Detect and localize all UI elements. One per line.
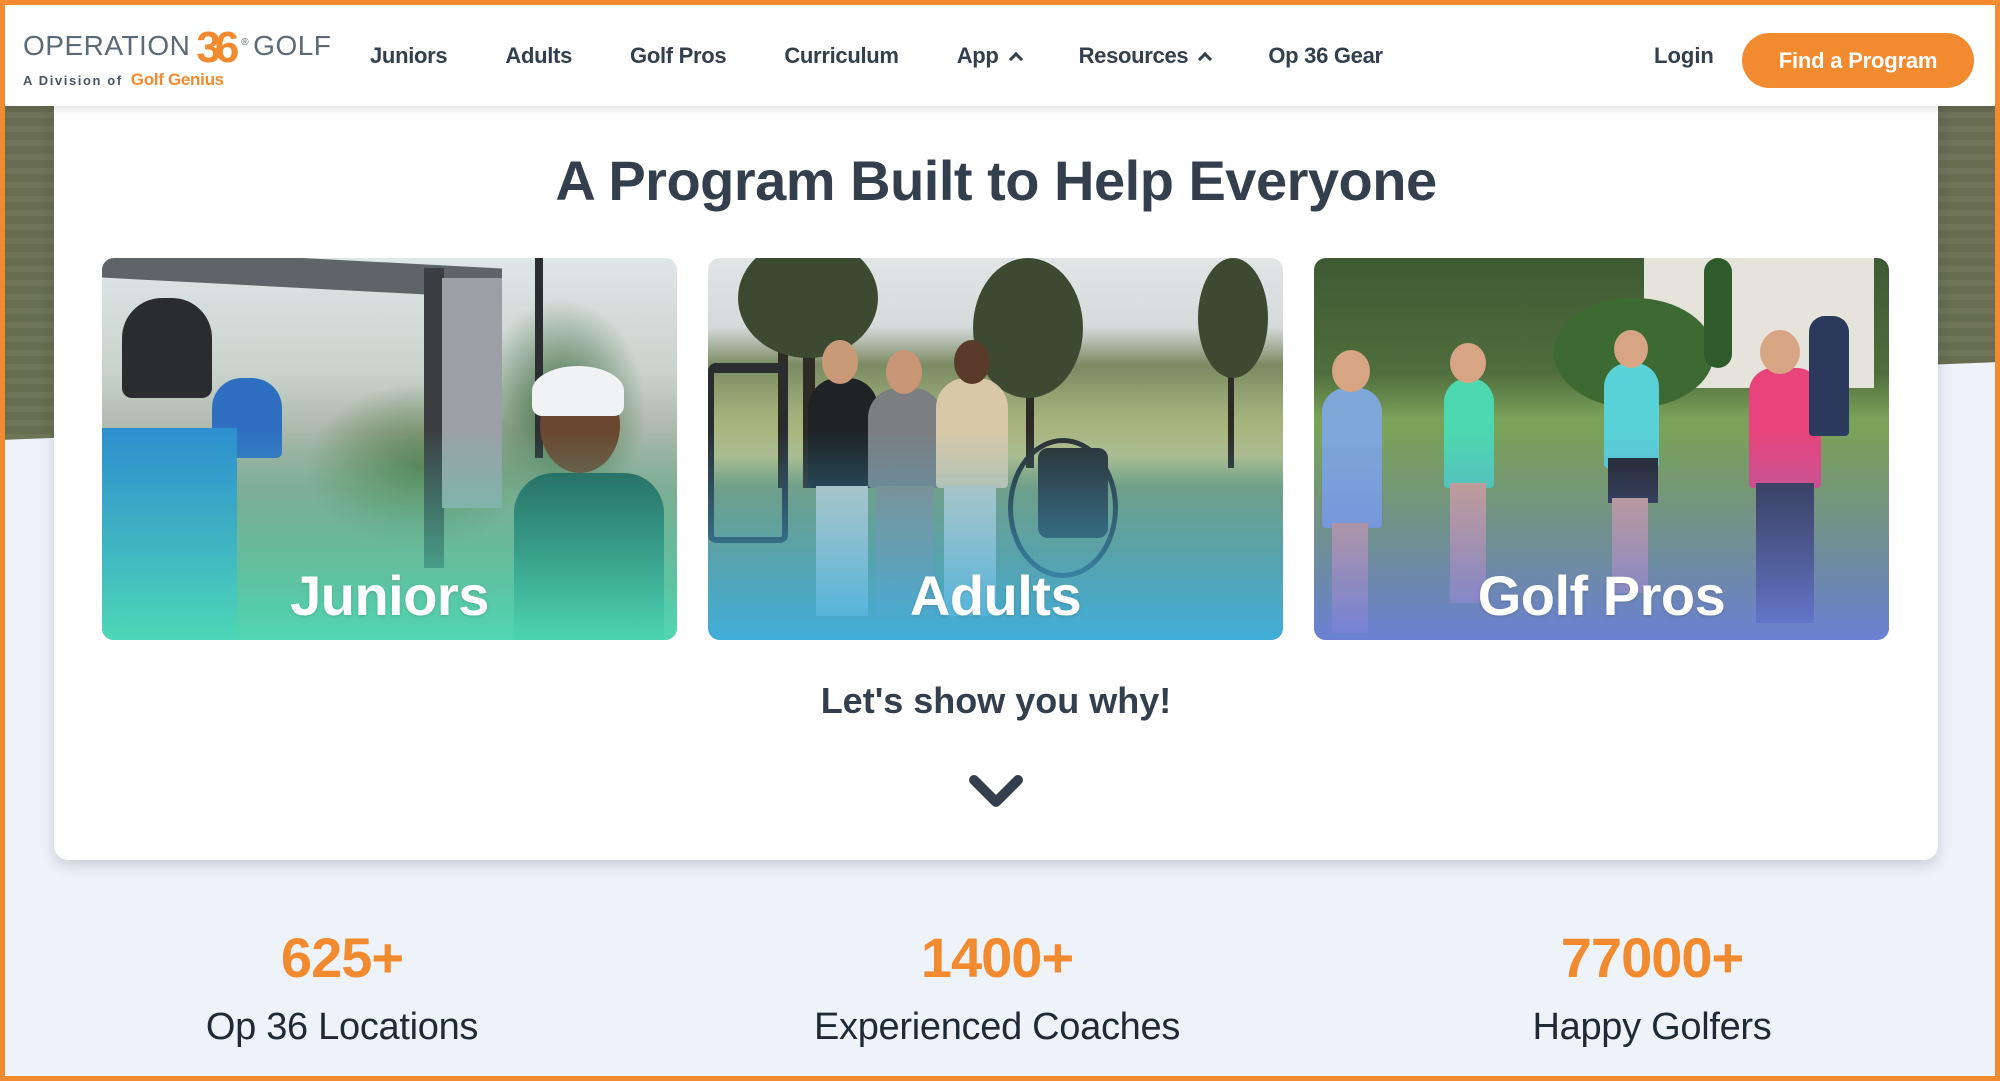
nav-label: Curriculum <box>784 42 899 68</box>
programs-panel: A Program Built to Help Everyone Juniors <box>54 60 1938 860</box>
chevron-down-icon <box>969 775 1023 807</box>
nav-label: Resources <box>1078 42 1189 68</box>
stat-label: Experienced Coaches <box>813 1006 1181 1048</box>
nav-label: Juniors <box>370 42 448 68</box>
stat-label: Happy Golfers <box>1532 1006 1772 1048</box>
stat-value: 77000+ <box>1560 926 1744 989</box>
stat-coaches: 1400+ Experienced Coaches <box>697 930 1297 1049</box>
card-label: Juniors <box>290 564 489 627</box>
stat-value: 625+ <box>280 926 404 989</box>
chevron-up-icon <box>1198 51 1213 66</box>
nav-golf-pros[interactable]: Golf Pros <box>630 42 727 69</box>
login-link[interactable]: Login <box>1654 5 1714 106</box>
scroll-down-button[interactable] <box>966 770 1026 814</box>
tagline-brand: Golf Genius <box>130 70 224 90</box>
nav-label: Adults <box>505 42 573 68</box>
program-card-golf-pros[interactable]: Golf Pros <box>1314 258 1889 640</box>
section-title: A Program Built to Help Everyone <box>555 149 1437 212</box>
tagline-prefix: A Division of <box>23 73 123 89</box>
nav-juniors[interactable]: Juniors <box>370 42 448 69</box>
nav-op36-gear[interactable]: Op 36 Gear <box>1268 42 1383 69</box>
registered-mark: ® <box>241 37 250 49</box>
find-a-program-button[interactable]: Find a Program <box>1742 33 1974 88</box>
nav-label: Golf Pros <box>630 42 727 68</box>
nav-app-dropdown[interactable]: App <box>956 42 1023 69</box>
stat-value: 1400+ <box>920 926 1074 989</box>
main-nav: Juniors Adults Golf Pros Curriculum App … <box>370 5 1441 106</box>
nav-adults[interactable]: Adults <box>505 43 572 69</box>
card-label: Golf Pros <box>1477 564 1726 627</box>
logo-number: 36 <box>196 23 239 72</box>
nav-label: Op 36 Gear <box>1268 42 1383 68</box>
logo-text-right: GOLF <box>253 30 332 62</box>
stats-row: 625+ Op 36 Locations 1400+ Experienced C… <box>0 930 2000 1070</box>
program-card-juniors[interactable]: Juniors <box>102 258 677 640</box>
program-card-adults[interactable]: Adults <box>708 258 1283 640</box>
nav-curriculum[interactable]: Curriculum <box>784 42 899 69</box>
section-subtitle: Let's show you why! <box>820 680 1172 721</box>
nav-resources-dropdown[interactable]: Resources <box>1078 42 1213 69</box>
chevron-up-icon <box>1008 51 1023 66</box>
stat-locations: 625+ Op 36 Locations <box>42 930 642 1049</box>
nav-label: App <box>956 42 999 68</box>
card-label: Adults <box>909 564 1082 627</box>
stat-label: Op 36 Locations <box>205 1006 479 1048</box>
logo[interactable]: OPERATION 36 ® GOLF A Division of Golf G… <box>23 23 331 95</box>
logo-text-left: OPERATION <box>23 30 191 62</box>
stat-golfers: 77000+ Happy Golfers <box>1352 930 1952 1049</box>
site-header: OPERATION 36 ® GOLF A Division of Golf G… <box>5 5 1995 106</box>
